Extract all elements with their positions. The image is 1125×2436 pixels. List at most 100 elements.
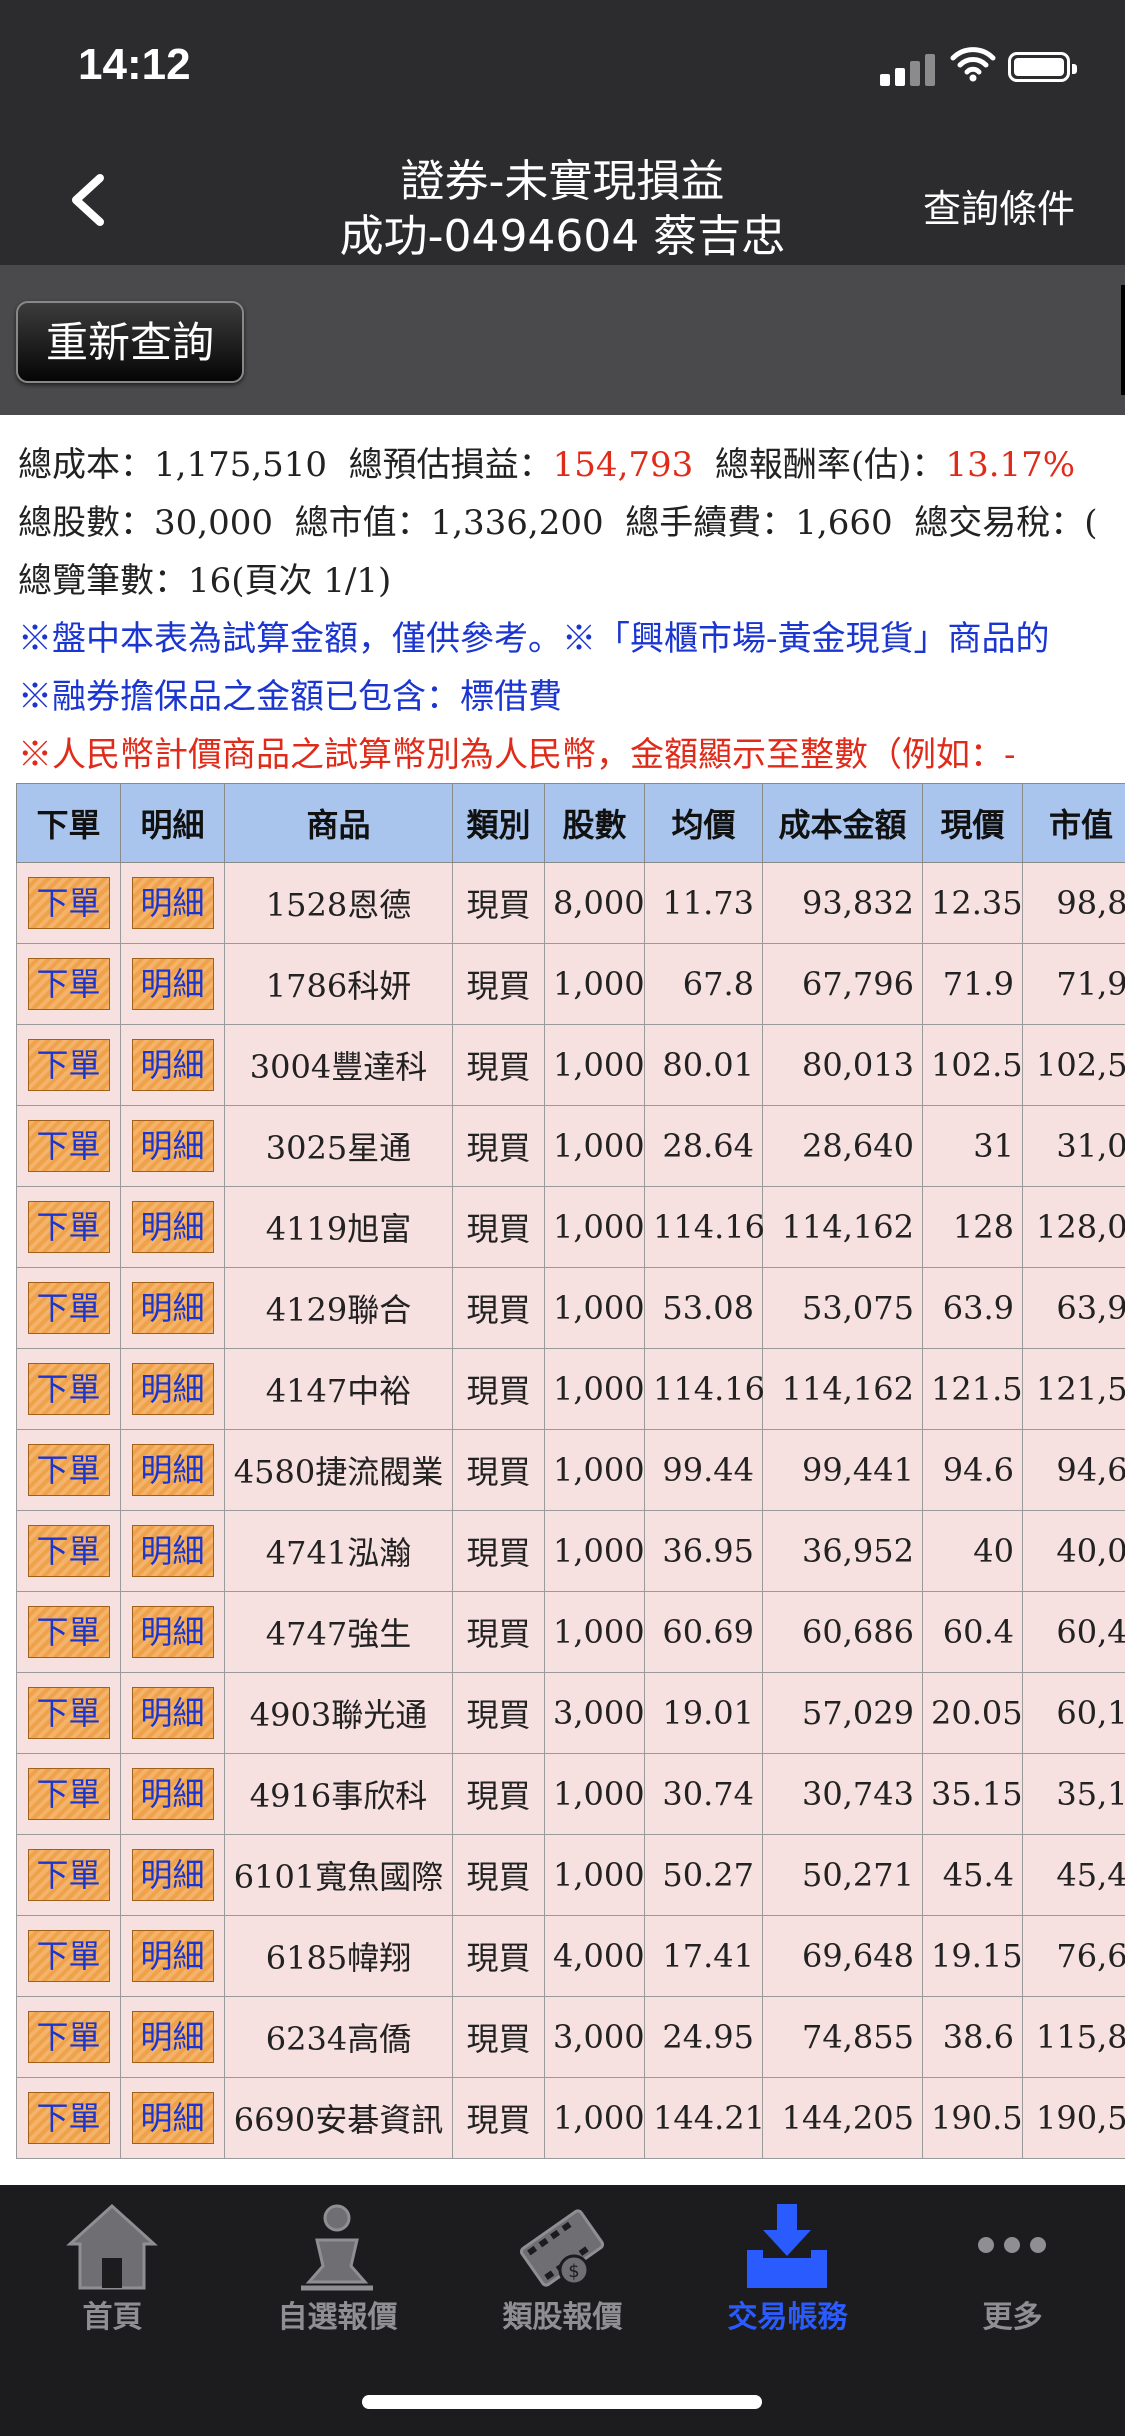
toolbar: 重新查詢 xyxy=(0,265,1125,415)
cost-cell: 60,686 xyxy=(762,1591,923,1673)
product-cell[interactable]: 1786科妍 xyxy=(224,943,453,1025)
detail-button[interactable]: 明細 xyxy=(131,1201,214,1253)
detail-button[interactable]: 明細 xyxy=(131,1120,214,1172)
product-cell[interactable]: 6101寬魚國際 xyxy=(224,1834,453,1916)
order-button[interactable]: 下單 xyxy=(27,877,110,929)
table-row: 下單明細1528恩德現買8,00011.7393,83212.3598,80 xyxy=(16,862,1125,944)
avg-price-cell: 80.01 xyxy=(644,1024,763,1106)
shares-cell: 1,000 xyxy=(544,1753,645,1835)
product-cell[interactable]: 4741泓瀚 xyxy=(224,1510,453,1592)
product-cell[interactable]: 3004豐達科 xyxy=(224,1024,453,1106)
col-header-market-value: 市值 xyxy=(1022,783,1125,863)
detail-cell: 明細 xyxy=(120,1672,225,1754)
product-cell[interactable]: 6234高僑 xyxy=(224,1996,453,2078)
order-button[interactable]: 下單 xyxy=(27,1525,110,1577)
detail-button[interactable]: 明細 xyxy=(131,1849,214,1901)
detail-cell: 明細 xyxy=(120,1996,225,2078)
detail-button[interactable]: 明細 xyxy=(131,1930,214,1982)
query-conditions-button[interactable]: 查詢條件 xyxy=(923,178,1075,233)
detail-button[interactable]: 明細 xyxy=(131,1606,214,1658)
tab-more[interactable]: 更多 xyxy=(900,2200,1125,2335)
total-ror-label: 總報酬率(估)： xyxy=(714,445,946,485)
order-button[interactable]: 下單 xyxy=(27,958,110,1010)
summary-line-2: 總股數：30,000 總市值：1,336,200 總手續費：1,660 總交易稅… xyxy=(18,495,1098,544)
cost-cell: 114,162 xyxy=(762,1348,923,1430)
detail-button[interactable]: 明細 xyxy=(131,877,214,929)
product-cell[interactable]: 4129聯合 xyxy=(224,1267,453,1349)
table-header-row: 下單 明細 商品 類別 股數 均價 成本金額 現價 市值 xyxy=(16,783,1125,863)
table-row: 下單明細3025星通現買1,00028.6428,6403131,00 xyxy=(16,1105,1125,1187)
cost-cell: 67,796 xyxy=(762,943,923,1025)
market-value-cell: 40,00 xyxy=(1022,1510,1125,1592)
svg-text:$: $ xyxy=(568,2261,579,2282)
shares-cell: 1,000 xyxy=(544,1429,645,1511)
detail-button[interactable]: 明細 xyxy=(131,2011,214,2063)
detail-button[interactable]: 明細 xyxy=(131,1444,214,1496)
product-cell[interactable]: 1528恩德 xyxy=(224,862,453,944)
tab-sector-quotes[interactable]: $ 類股報價 xyxy=(450,2200,675,2335)
product-cell[interactable]: 4119旭富 xyxy=(224,1186,453,1268)
order-button[interactable]: 下單 xyxy=(27,1444,110,1496)
order-button[interactable]: 下單 xyxy=(27,1039,110,1091)
shares-cell: 4,000 xyxy=(544,1915,645,1997)
tab-trading-account-label: 交易帳務 xyxy=(727,2300,848,2335)
tab-watchlist[interactable]: 自選報價 xyxy=(225,2200,450,2335)
detail-button[interactable]: 明細 xyxy=(131,2092,214,2144)
total-mv-label: 總市值： xyxy=(294,503,431,543)
order-cell: 下單 xyxy=(16,1834,121,1916)
total-pl-label: 總預估損益： xyxy=(348,445,553,485)
detail-button[interactable]: 明細 xyxy=(131,1687,214,1739)
order-button[interactable]: 下單 xyxy=(27,1930,110,1982)
positions-table: 下單 明細 商品 類別 股數 均價 成本金額 現價 市值 下單 明細 1528恩德現… xyxy=(16,783,1125,2159)
product-cell[interactable]: 6690安碁資訊 xyxy=(224,2077,453,2159)
total-tax-label: 總交易稅： xyxy=(914,503,1085,543)
col-header-shares: 股數 xyxy=(544,783,645,863)
status-bar: 14:12 xyxy=(0,0,1125,130)
price-cell: 35.15 xyxy=(922,1753,1023,1835)
shares-cell: 1,000 xyxy=(544,1591,645,1673)
order-button[interactable]: 下單 xyxy=(27,1363,110,1415)
product-cell[interactable]: 4147中裕 xyxy=(224,1348,453,1430)
total-mv-value: 1,336,200 xyxy=(430,503,604,543)
product-cell[interactable]: 4903聯光通 xyxy=(224,1672,453,1754)
order-button[interactable]: 下單 xyxy=(27,2011,110,2063)
market-value-cell: 76,60 xyxy=(1022,1915,1125,1997)
avg-price-cell: 28.64 xyxy=(644,1105,763,1187)
type-cell: 現買 xyxy=(452,1996,545,2078)
shares-cell: 1,000 xyxy=(544,1024,645,1106)
type-cell: 現買 xyxy=(452,1834,545,1916)
person-icon xyxy=(301,2204,373,2291)
product-cell[interactable]: 3025星通 xyxy=(224,1105,453,1187)
order-cell: 下單 xyxy=(16,1429,121,1511)
order-button[interactable]: 下單 xyxy=(27,1120,110,1172)
market-value-cell: 63,90 xyxy=(1022,1267,1125,1349)
order-button[interactable]: 下單 xyxy=(27,1282,110,1334)
order-button[interactable]: 下單 xyxy=(27,1849,110,1901)
detail-button[interactable]: 明細 xyxy=(131,1039,214,1091)
order-button[interactable]: 下單 xyxy=(27,1201,110,1253)
home-indicator xyxy=(362,2395,762,2409)
detail-button[interactable]: 明細 xyxy=(131,1768,214,1820)
product-cell[interactable]: 6185幃翔 xyxy=(224,1915,453,1997)
total-shares-label: 總股數： xyxy=(18,503,154,543)
market-value-cell: 128,00 xyxy=(1022,1186,1125,1268)
order-button[interactable]: 下單 xyxy=(27,1606,110,1658)
product-cell[interactable]: 4580捷流閥業 xyxy=(224,1429,453,1511)
product-cell[interactable]: 4747強生 xyxy=(224,1591,453,1673)
shares-cell: 1,000 xyxy=(544,943,645,1025)
product-cell[interactable]: 4916事欣科 xyxy=(224,1753,453,1835)
order-button[interactable]: 下單 xyxy=(27,1768,110,1820)
tab-home[interactable]: 首頁 xyxy=(0,2200,225,2335)
col-header-type: 類別 xyxy=(452,783,545,863)
order-cell: 下單 xyxy=(16,1105,121,1187)
detail-button[interactable]: 明細 xyxy=(131,1282,214,1334)
detail-button[interactable]: 明細 xyxy=(131,958,214,1010)
tab-trading-account[interactable]: 交易帳務 xyxy=(675,2200,900,2335)
refresh-query-button[interactable]: 重新查詢 xyxy=(16,301,244,383)
shares-cell: 8,000 xyxy=(544,862,645,944)
signal-icon xyxy=(880,50,936,86)
order-button[interactable]: 下單 xyxy=(27,2092,110,2144)
detail-button[interactable]: 明細 xyxy=(131,1363,214,1415)
order-button[interactable]: 下單 xyxy=(27,1687,110,1739)
detail-button[interactable]: 明細 xyxy=(131,1525,214,1577)
